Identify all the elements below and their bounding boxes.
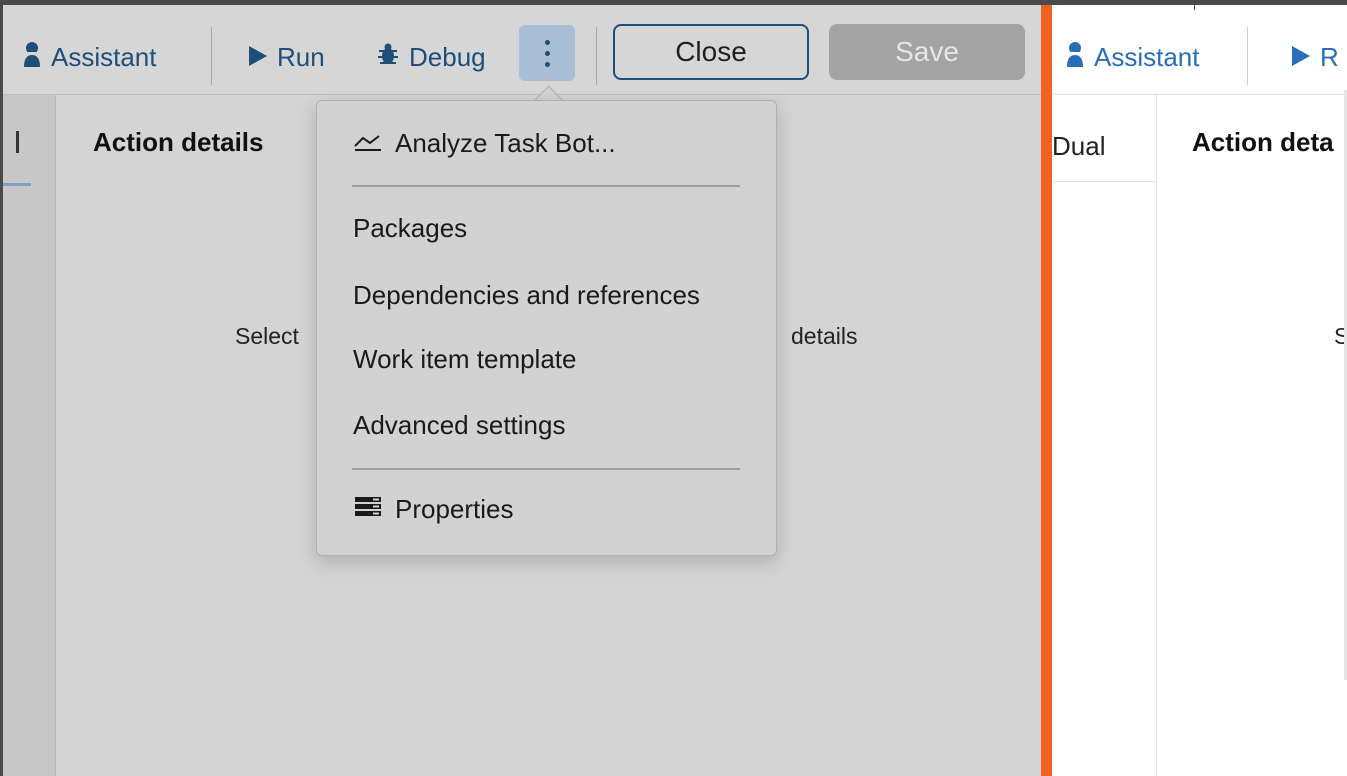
menu-item-analyze-task-bot[interactable]: Analyze Task Bot... <box>353 128 616 159</box>
menu-item-label: Properties <box>395 494 514 524</box>
close-button[interactable]: Close <box>613 24 809 80</box>
run-button[interactable]: Run <box>249 37 325 77</box>
menu-divider <box>352 185 740 187</box>
toolbar-separator <box>1247 27 1248 85</box>
more-actions-button[interactable] <box>519 25 575 81</box>
assistant-label: Assistant <box>1094 41 1200 72</box>
assistant-button[interactable]: Assistant <box>23 37 157 77</box>
menu-item-dependencies[interactable]: Dependencies and references <box>353 280 700 311</box>
properties-icon <box>353 494 385 525</box>
run-label: Run <box>277 41 325 72</box>
run-label: R <box>1320 41 1339 72</box>
menu-item-work-item-template[interactable]: Work item template <box>353 344 576 375</box>
column-separator <box>1156 95 1157 776</box>
action-details-heading: Action details <box>93 127 264 157</box>
tab-underline <box>1052 181 1156 182</box>
left-toolbar: Assistant Run Debug Close Save <box>3 5 1041 95</box>
debug-label: Debug <box>409 41 486 72</box>
assistant-icon <box>23 41 41 74</box>
split-divider[interactable] <box>1041 5 1052 776</box>
empty-state-text-start: Select <box>235 323 299 349</box>
top-tick-mark <box>1194 0 1195 10</box>
menu-divider <box>352 468 740 470</box>
play-icon <box>1292 42 1310 73</box>
toolbar-separator <box>596 27 597 85</box>
assistant-icon <box>1066 41 1084 74</box>
right-editor-window: Assistant R Dual Action deta S <box>1052 5 1347 776</box>
side-tab-strip <box>3 95 56 776</box>
empty-state-text-end: details <box>791 323 858 349</box>
bug-icon <box>377 42 399 73</box>
menu-item-properties[interactable]: Properties <box>353 494 514 525</box>
menu-item-label: Analyze Task Bot... <box>395 128 616 158</box>
toolbar-separator <box>211 27 212 85</box>
menu-item-packages[interactable]: Packages <box>353 213 467 244</box>
tab-dual[interactable]: Dual <box>1052 131 1105 162</box>
action-details-heading: Action deta <box>1192 127 1334 157</box>
assistant-button[interactable]: Assistant <box>1066 37 1200 77</box>
debug-button[interactable]: Debug <box>377 37 486 77</box>
assistant-label: Assistant <box>51 41 157 72</box>
kebab-icon <box>544 39 550 67</box>
save-button[interactable]: Save <box>829 24 1025 80</box>
right-toolbar: Assistant R <box>1052 5 1347 95</box>
more-actions-menu <box>316 100 777 556</box>
menu-item-advanced-settings[interactable]: Advanced settings <box>353 410 565 441</box>
play-icon <box>249 42 267 73</box>
side-tab-glyph <box>16 131 19 153</box>
chart-line-icon <box>353 128 385 159</box>
run-button[interactable]: R <box>1292 37 1339 77</box>
